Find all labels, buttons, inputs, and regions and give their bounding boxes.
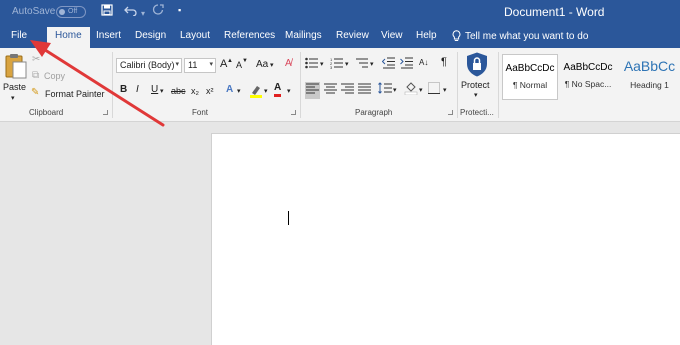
red-arrow-annotation [30, 40, 165, 127]
word-window: AutoSave Off ▾ ▪ Document1 - Word File H… [0, 0, 680, 345]
